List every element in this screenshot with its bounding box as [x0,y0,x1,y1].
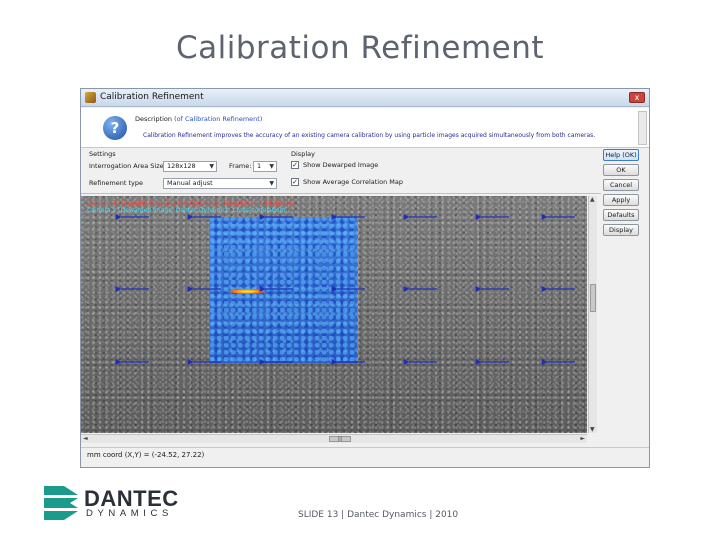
slide-footer: SLIDE 13 | Dantec Dynamics | 2010 [298,510,459,520]
calibration-refinement-dialog: Calibration Refinement x ? Description (… [80,88,650,468]
close-button[interactable]: x [629,92,645,103]
frame-label: Frame: [229,162,252,170]
coordinate-readout: mm coord (X,Y) = (-24.52, 27.22) [87,451,205,459]
scroll-down-icon[interactable]: ▼ [590,426,595,433]
image-vertical-scrollbar[interactable]: ▲ ▼ [588,196,597,433]
show-dewarped-checkbox[interactable]: ✓ [291,161,299,169]
settings-group-label: Settings [89,150,116,158]
display-group-label: Display [291,150,315,158]
show-dewarped-label: Show Dewarped Image [303,161,379,169]
ia-size-label: Interrogation Area Size [89,162,164,170]
chevron-down-icon: ▼ [269,180,274,187]
refinement-type-label: Refinement type [89,179,144,187]
description-label: Description (of Calibration Refinement) [135,115,262,123]
vertical-scroll-thumb[interactable] [590,284,596,312]
help-button[interactable]: Help (OK) [603,149,639,161]
chevron-down-icon: ▼ [269,163,274,170]
scroll-up-icon[interactable]: ▲ [590,196,595,203]
refinement-type-select[interactable]: Manual adjust ▼ [163,178,277,189]
help-icon: ? [103,116,127,140]
ia-size-select[interactable]: 128x128 ▼ [163,161,217,172]
horizontal-scroll-thumb[interactable]: ||| [329,436,351,442]
description-scrollbar[interactable] [638,111,647,145]
description-text: Calibration Refinement improves the accu… [143,132,596,139]
dantec-logo: DANTEC DYNAMICS [44,486,184,520]
status-bar: mm coord (X,Y) = (-24.52, 27.22) [81,447,649,463]
app-icon [85,92,96,103]
defaults-button[interactable]: Defaults [603,209,639,221]
show-average-label: Show Average Correlation Map [303,178,403,186]
description-link[interactable]: (of Calibration Refinement) [174,115,262,123]
description-panel: ? Description (of Calibration Refinement… [81,108,649,148]
particle-image-view[interactable]: Camera 1 (Disparity Map, Dantec Dynamics… [81,196,587,433]
window-title: Calibration Refinement [100,92,204,102]
frame-value: 1 [257,162,262,170]
frame-select[interactable]: 1 ▼ [253,161,277,172]
dantec-logo-mark [44,486,78,520]
scroll-right-icon[interactable]: ► [580,435,585,442]
display-button[interactable]: Display [603,224,639,236]
logo-subtitle: DYNAMICS [86,508,173,519]
description-title: Description [135,115,173,123]
image-horizontal-scrollbar[interactable]: ◄ ||| ► [81,434,587,443]
refinement-type-value: Manual adjust [167,179,213,187]
chevron-down-icon: ▼ [209,163,214,170]
settings-panel: Settings Interrogation Area Size 128x128… [81,149,601,194]
disparity-vector-field [115,214,575,365]
cancel-button[interactable]: Cancel [603,179,639,191]
slide-title: Calibration Refinement [175,30,545,66]
ok-button[interactable]: OK [603,164,639,176]
show-average-checkbox[interactable]: ✓ [291,178,299,186]
scroll-left-icon[interactable]: ◄ [83,435,88,442]
apply-button[interactable]: Apply [603,194,639,206]
ia-size-value: 128x128 [167,162,196,170]
title-bar[interactable]: Calibration Refinement x [81,89,649,107]
